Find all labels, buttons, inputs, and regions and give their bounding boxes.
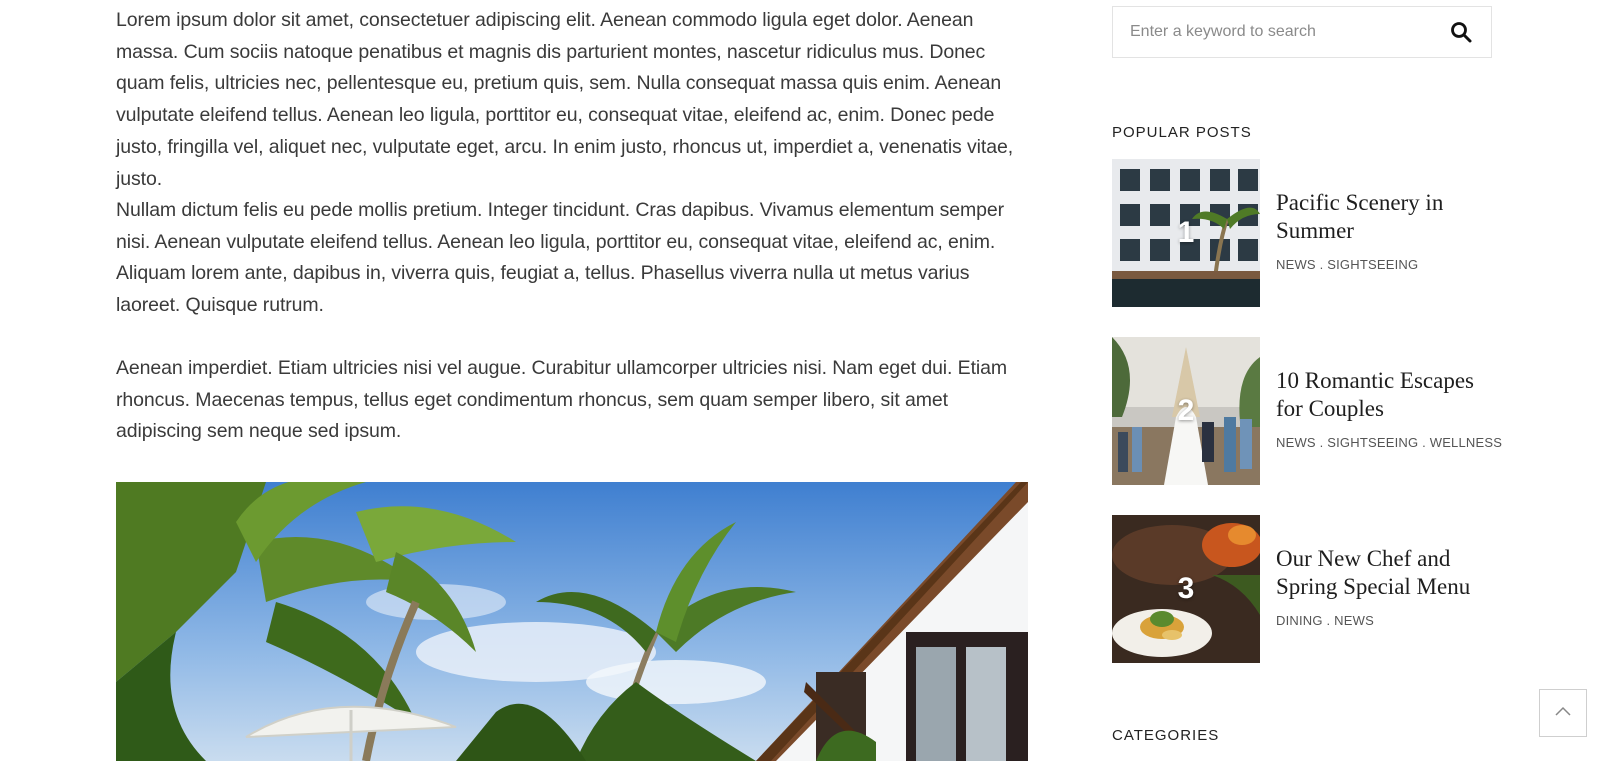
search-input[interactable] bbox=[1113, 7, 1430, 57]
post-thumbnail[interactable]: 2 bbox=[1112, 337, 1260, 485]
post-categories[interactable]: DINING . NEWS bbox=[1276, 613, 1374, 628]
post-rank-number: 3 bbox=[1177, 572, 1195, 605]
post-categories[interactable]: NEWS . SIGHTSEEING bbox=[1276, 257, 1418, 272]
post-title-link[interactable]: Pacific Scenery in Summer bbox=[1276, 189, 1494, 245]
post-title-link[interactable]: 10 Romantic Escapes for Couples bbox=[1276, 367, 1494, 423]
post-rank-number: 1 bbox=[1177, 216, 1195, 249]
back-to-top-button[interactable] bbox=[1539, 689, 1587, 737]
post-thumbnail[interactable]: 3 bbox=[1112, 515, 1260, 663]
chevron-up-icon bbox=[1554, 704, 1572, 722]
categories-heading: CATEGORIES bbox=[1112, 727, 1220, 744]
search-icon[interactable] bbox=[1449, 20, 1473, 44]
post-categories[interactable]: NEWS . SIGHTSEEING . WELLNESS bbox=[1276, 435, 1502, 450]
article-paragraph: Nullam dictum felis eu pede mollis preti… bbox=[116, 199, 1005, 317]
search-box bbox=[1112, 6, 1492, 58]
popular-post-item[interactable]: 1 Pacific Scenery in Summer NEWS . SIGHT… bbox=[1112, 159, 1494, 307]
popular-post-item[interactable]: 2 10 Romantic Escapes for Couples NEWS .… bbox=[1112, 337, 1502, 485]
article-paragraph: Aenean imperdiet. Etiam ultricies nisi v… bbox=[116, 357, 1008, 443]
post-rank-number: 2 bbox=[1177, 394, 1195, 427]
article-image bbox=[116, 482, 1028, 761]
popular-posts-heading: POPULAR POSTS bbox=[1112, 124, 1252, 141]
article-paragraph: Lorem ipsum dolor sit amet, consectetuer… bbox=[116, 9, 1014, 190]
post-thumbnail[interactable]: 1 bbox=[1112, 159, 1260, 307]
post-title-link[interactable]: Our New Chef and Spring Special Menu bbox=[1276, 545, 1494, 601]
popular-post-item[interactable]: 3 Our New Chef and Spring Special Menu D… bbox=[1112, 515, 1494, 663]
